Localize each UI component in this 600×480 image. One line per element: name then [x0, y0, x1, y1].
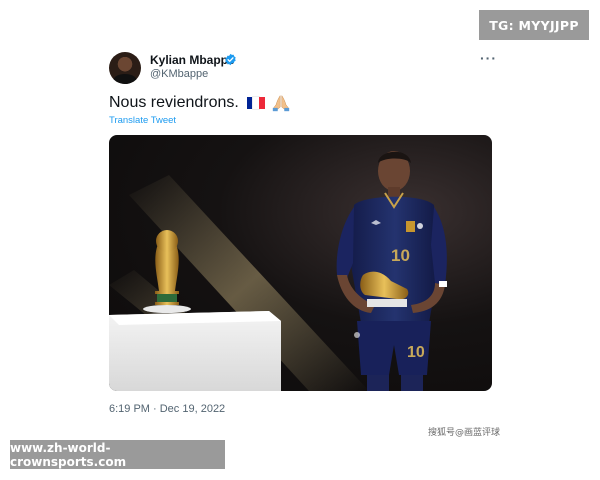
shorts-number: 10 — [407, 344, 425, 361]
more-options-icon[interactable]: ··· — [480, 50, 497, 66]
tweet-timestamp[interactable]: 6:19 PM · Dec 19, 2022 — [109, 403, 225, 415]
tweet-photo[interactable]: 10 10 — [109, 135, 492, 391]
tweet-text: Nous reviendrons. — [109, 94, 291, 112]
source-watermark: 搜狐号@画蓝评球 — [428, 428, 501, 438]
world-cup-trophy — [155, 230, 179, 305]
praying-hands-icon — [272, 94, 290, 112]
author-name[interactable]: Kylian Mbappé — [150, 53, 235, 67]
jersey-number: 10 — [391, 246, 410, 265]
site-banner: www.zh-world-crownsports.com — [10, 440, 225, 469]
avatar[interactable] — [109, 52, 141, 84]
flag-france-icon — [246, 96, 265, 110]
plinth-base — [143, 305, 191, 313]
verified-badge-icon — [225, 53, 236, 66]
author-handle[interactable]: @KMbappe — [150, 68, 208, 80]
corner-badge: TG: MYYJJPP — [479, 10, 589, 40]
photo-scene: 10 10 — [109, 151, 447, 391]
tweet-body: Nous reviendrons. — [109, 94, 239, 111]
translate-tweet-link[interactable]: Translate Tweet — [109, 115, 176, 126]
player-figure — [336, 151, 447, 391]
